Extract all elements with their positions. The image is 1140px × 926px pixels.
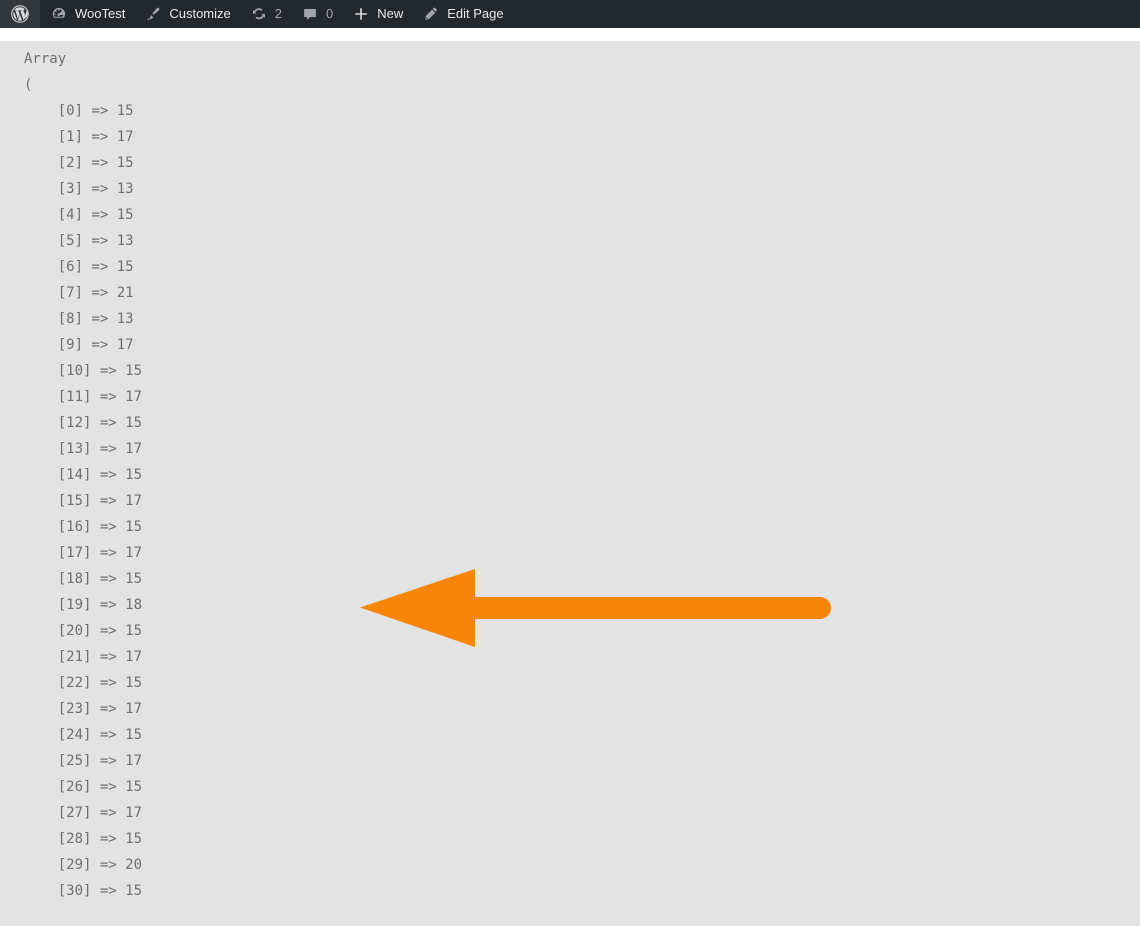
update-arrows-icon	[249, 4, 269, 24]
comments-count: 0	[326, 6, 334, 21]
edit-page-menu-item[interactable]: Edit Page	[412, 0, 512, 28]
pencil-icon	[421, 4, 441, 24]
left-pointing-arrow-annotation	[360, 569, 831, 647]
edit-page-label: Edit Page	[447, 6, 504, 21]
updates-menu-item[interactable]: 2	[240, 0, 291, 28]
print-r-array-dump: Array ( [0] => 15 [1] => 17 [2] => 15 [3…	[24, 51, 143, 899]
site-name-label: WooTest	[75, 6, 126, 21]
dashboard-icon	[49, 4, 69, 24]
wp-admin-bar: WooTest Customize 2 0 New Edit Page	[0, 0, 1140, 28]
plus-icon	[351, 4, 371, 24]
wordpress-logo-icon	[10, 4, 30, 24]
site-name-menu-item[interactable]: WooTest	[40, 0, 134, 28]
new-content-label: New	[377, 6, 404, 21]
updates-count: 2	[274, 6, 282, 21]
page-body: Array ( [0] => 15 [1] => 17 [2] => 15 [3…	[0, 28, 1140, 926]
comments-menu-item[interactable]: 0	[291, 0, 342, 28]
print-r-output-area: Array ( [0] => 15 [1] => 17 [2] => 15 [3…	[0, 41, 1140, 926]
comment-bubble-icon	[300, 4, 320, 24]
new-content-menu-item[interactable]: New	[342, 0, 412, 28]
wp-logo-menu-item[interactable]	[0, 0, 40, 28]
customize-menu-item[interactable]: Customize	[134, 0, 239, 28]
customize-label: Customize	[169, 6, 231, 21]
paintbrush-icon	[143, 4, 163, 24]
